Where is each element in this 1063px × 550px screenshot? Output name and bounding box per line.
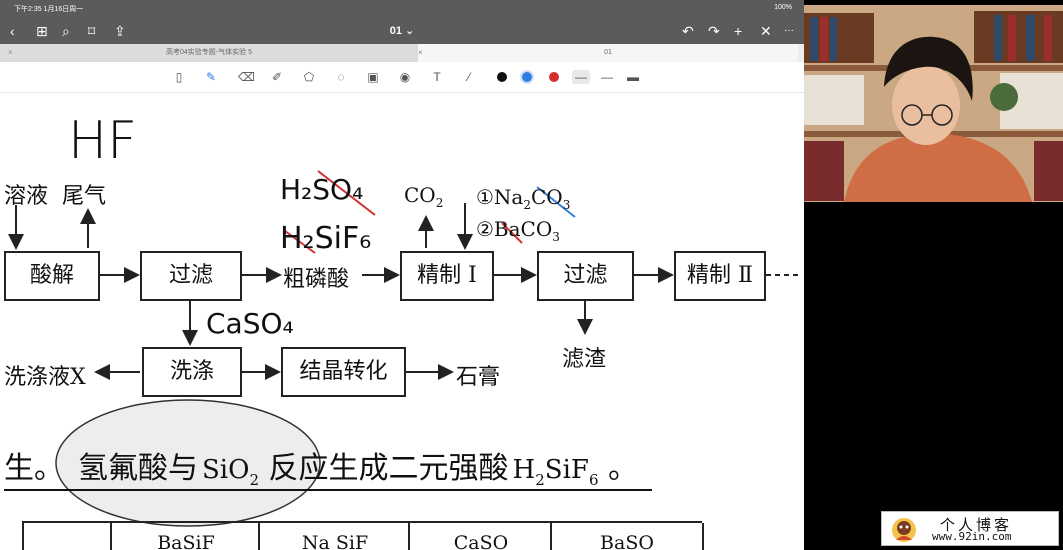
table-cell: CaSO [408,523,552,550]
read-mode-icon[interactable]: ▯ [172,70,186,84]
tab-label: 高考04实验专题-气体实验 5 [166,49,252,56]
reagent-2: ②BaCO3 [476,217,560,244]
color-blue-swatch[interactable] [522,72,532,82]
annotation-toolbar: ▯ ✎ ⌫ ✐ ⬠ ◌ ▣ ◉ T ⁄ — — ▬ [0,62,804,93]
add-page-icon[interactable]: + [734,23,742,39]
box-filter-1: 过滤 [140,251,242,301]
webcam-feed [804,5,1063,202]
label-gypsum: 石膏 [456,365,501,390]
table-cell: Na SiF [258,523,410,550]
top-label-exhaust: 尾气 [62,184,107,209]
document-tabs: × 高考04实验专题-气体实验 5 × 01 [0,44,804,63]
table-cell: BaSiF [110,523,260,550]
label-crude-phosphoric: 粗磷酸 [283,267,350,292]
handwriting-h2so4: H₂SO₄ [280,173,364,206]
solubility-table: BaSiF Na SiF CaSO BaSO [22,521,704,550]
status-time: 下午2:35 1月16日周一 [14,6,84,13]
box-filter-2: 过滤 [537,251,634,301]
more-icon[interactable]: ··· [784,23,794,39]
laser-icon[interactable]: ⁄ [462,70,476,84]
table-cell: BaSO [550,523,704,550]
app-navbar: ‹ ⊞ ⌕ ⌑ ⇪ 01 ⌄ ↶ ↷ + ✕ ··· [0,20,804,44]
note-canvas[interactable]: 溶液 尾气 酸解 过滤 粗磷酸 精制 I 过滤 精制 Ⅱ CO2 ①Na2CO3… [0,93,804,550]
table-cell [22,523,112,550]
label-co2: CO2 [404,183,444,210]
eraser-icon[interactable]: ⌫ [238,70,255,84]
box-acid-hydrolysis: 酸解 [4,251,100,301]
tab-exam-notes[interactable]: × 高考04实验专题-气体实验 5 [0,44,418,62]
redo-icon[interactable]: ↷ [708,23,720,39]
status-bar: 下午2:35 1月16日周一 100% [0,0,804,20]
blog-url: www.92in.com [932,530,1012,543]
color-black-swatch[interactable] [497,72,507,82]
ipad-screen: 下午2:35 1月16日周一 100% ‹ ⊞ ⌕ ⌑ ⇪ 01 ⌄ ↶ ↷ +… [0,0,804,550]
text-icon[interactable]: T [430,70,444,84]
reagent-1: ①Na2CO3 [476,185,571,212]
undo-icon[interactable]: ↶ [682,23,694,39]
camera-icon[interactable]: ◉ [398,70,412,84]
label-residue: 滤渣 [562,347,607,372]
box-wash: 洗涤 [142,347,242,397]
box-refine-1: 精制 I [400,251,494,301]
blog-logo-icon [892,518,916,542]
medium-stroke-option[interactable]: — [600,70,614,84]
image-icon[interactable]: ▣ [366,70,380,84]
shapes-icon[interactable]: ⬠ [302,70,316,84]
lasso-icon[interactable]: ◌ [334,70,348,84]
thick-stroke-option[interactable]: ▬ [626,70,640,84]
handwriting-h2sif6: H₂SiF₆ [280,221,372,256]
highlighter-icon[interactable]: ✐ [270,70,284,84]
webcam-picture [804,5,1063,202]
blog-watermark: 个人博客 www.92in.com [881,511,1059,546]
label-wash-liquid: 洗涤液X [4,365,86,390]
close-icon[interactable]: ✕ [760,23,772,39]
tab-close-icon[interactable]: × [418,44,423,62]
box-refine-2: 精制 Ⅱ [674,251,766,301]
color-red-swatch[interactable] [549,72,559,82]
tab-label: 01 [604,49,612,56]
sentence-line: 生。 氢氟酸与 SiO2 反应生成二元强酸 H2SiF6 。 [4,451,639,489]
battery-indicator: 100% [774,4,792,11]
thin-stroke-option[interactable]: — [572,70,590,84]
pen-icon[interactable]: ✎ [204,70,218,84]
top-label-solution: 溶液 [4,184,49,209]
handwriting-caso4: CaSO₄ [206,307,294,340]
box-crystallize: 结晶转化 [281,347,406,397]
tab-01[interactable]: × 01 [418,44,798,62]
tab-close-icon[interactable]: × [8,44,13,62]
handwriting-hf: HF [68,111,138,171]
